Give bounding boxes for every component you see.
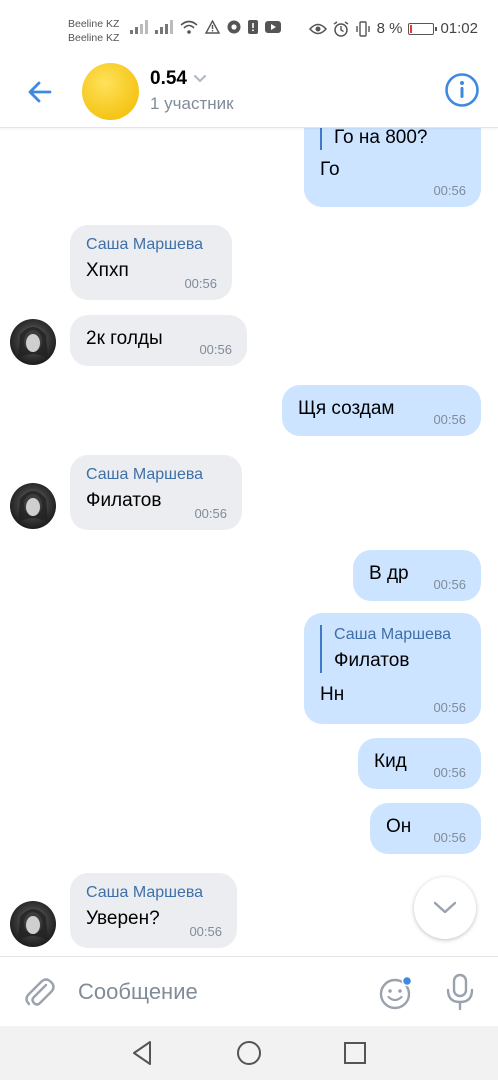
messages-list[interactable]: Го на 800? Го 00:56 Саша Маршева Хпхп 00… — [0, 128, 498, 956]
status-icons-left — [130, 20, 281, 34]
chat-header: 0.54 1 участник — [0, 60, 498, 128]
sender-name[interactable]: Саша Маршева — [86, 883, 221, 903]
message-bubble-outgoing[interactable]: Он 00:56 — [370, 803, 481, 854]
alert-icon — [248, 20, 258, 34]
sticker-icon[interactable] — [378, 975, 414, 1011]
message-time: 00:56 — [433, 183, 466, 198]
carrier-names: Beeline KZ Beeline KZ — [68, 17, 119, 45]
message-bubble-outgoing[interactable]: Го на 800? Го 00:56 — [304, 128, 481, 207]
message-text: Го — [320, 159, 340, 180]
status-bar: Beeline KZ Beeline KZ 8 % 01:02 — [0, 0, 498, 60]
nav-home-icon[interactable] — [234, 1038, 264, 1068]
message-time: 00:56 — [433, 830, 466, 845]
chat-avatar[interactable] — [82, 63, 139, 120]
reply-quote[interactable]: Саша Маршева Филатов — [320, 625, 465, 673]
sender-name[interactable]: Саша Маршева — [86, 465, 226, 485]
reply-text: Филатов — [334, 650, 410, 671]
nav-back-icon[interactable] — [127, 1038, 157, 1068]
sender-avatar[interactable] — [10, 319, 56, 365]
message-time: 00:56 — [433, 412, 466, 427]
reply-text: Го на 800? — [334, 128, 428, 148]
battery-icon — [408, 22, 438, 35]
sender-name[interactable]: Саша Маршева — [86, 235, 216, 255]
signal-icon — [130, 20, 148, 34]
chevron-down-icon — [433, 901, 457, 914]
sender-avatar[interactable] — [10, 901, 56, 947]
reply-quote: Го на 800? — [320, 128, 465, 150]
message-bubble-incoming[interactable]: Саша Маршева Хпхп 00:56 — [70, 225, 232, 300]
avatar-photo — [18, 491, 48, 523]
message-composer — [0, 956, 498, 1026]
message-bubble-outgoing[interactable]: Саша Маршева Филатов Нн 00:56 — [304, 613, 481, 724]
status-icons-right: 8 % 01:02 — [308, 20, 478, 37]
signal-icon-2 — [155, 20, 173, 34]
alarm-icon — [333, 20, 348, 37]
nav-recents-icon[interactable] — [340, 1038, 370, 1068]
message-time: 00:56 — [199, 342, 232, 357]
wifi-icon — [180, 20, 198, 34]
avatar-photo — [18, 909, 48, 941]
chevron-down-icon — [193, 75, 206, 83]
scroll-to-bottom-button[interactable] — [414, 877, 476, 939]
message-bubble-incoming[interactable]: 2к голды 00:56 — [70, 315, 247, 366]
message-time: 00:56 — [189, 924, 222, 939]
message-time: 00:56 — [184, 276, 217, 291]
message-time: 00:56 — [433, 577, 466, 592]
back-arrow-icon[interactable] — [22, 74, 58, 110]
message-input[interactable] — [78, 975, 358, 1009]
message-bubble-outgoing[interactable]: Кид 00:56 — [358, 738, 481, 789]
clock: 01:02 — [440, 20, 478, 37]
carrier-2: Beeline KZ — [68, 32, 120, 44]
vibrate-icon — [355, 20, 370, 37]
eye-icon — [308, 23, 327, 34]
carrier-1: Beeline KZ — [68, 18, 120, 30]
chat-subtitle: 1 участник — [150, 94, 234, 113]
chrome-icon — [227, 20, 241, 34]
message-bubble-incoming[interactable]: Саша Маршева Филатов 00:56 — [70, 455, 242, 530]
sender-avatar[interactable] — [10, 483, 56, 529]
message-bubble-outgoing[interactable]: Щя создам 00:56 — [282, 385, 481, 436]
message-time: 00:56 — [194, 506, 227, 521]
message-bubble-outgoing[interactable]: В др 00:56 — [353, 550, 481, 601]
battery-level-fill — [410, 24, 413, 33]
microphone-icon[interactable] — [443, 973, 477, 1011]
warning-icon — [205, 20, 220, 34]
youtube-icon — [265, 21, 281, 33]
chat-title: 0.54 — [150, 68, 187, 89]
attach-icon[interactable] — [22, 975, 56, 1009]
reply-sender: Саша Маршева — [334, 626, 452, 643]
message-time: 00:56 — [433, 765, 466, 780]
avatar-photo — [18, 327, 48, 359]
message-bubble-incoming[interactable]: Саша Маршева Уверен? 00:56 — [70, 873, 237, 948]
battery-percent: 8 % — [376, 20, 403, 37]
message-time: 00:56 — [433, 700, 466, 715]
system-navigation-bar — [0, 1026, 498, 1080]
chat-title-row[interactable]: 0.54 — [150, 68, 207, 90]
info-icon[interactable] — [444, 72, 480, 108]
